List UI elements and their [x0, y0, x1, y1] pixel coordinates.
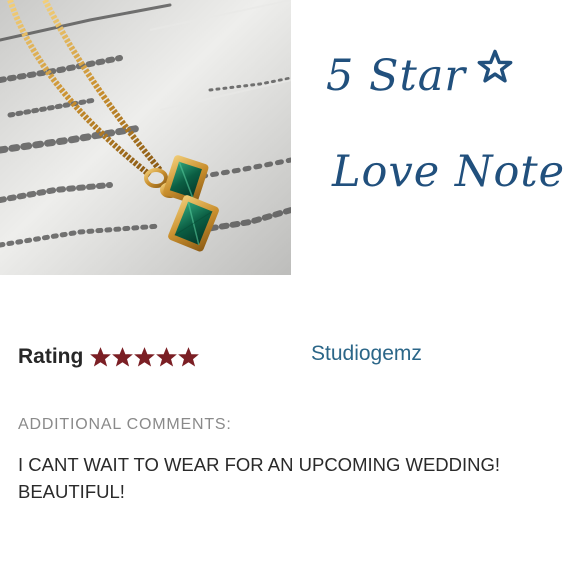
- star-icon: [156, 346, 178, 367]
- comments-heading: ADDITIONAL COMMENTS:: [18, 416, 232, 433]
- headline-love-note: Love Note: [332, 147, 566, 197]
- rating-stars: [90, 346, 200, 368]
- star-icon: [134, 346, 156, 367]
- comment-text: I CANT WAIT TO WEAR FOR AN UPCOMING WEDD…: [18, 454, 501, 502]
- star-icon: [178, 346, 200, 367]
- rating-label: Rating: [18, 345, 84, 368]
- necklace-photo: [0, 0, 291, 275]
- star-outline-icon: [477, 49, 513, 83]
- shop-name[interactable]: Studiogemz: [311, 340, 422, 368]
- star-icon: [90, 346, 112, 367]
- rating-row: Rating: [18, 339, 200, 375]
- headline-five-star: 5 Star: [326, 51, 466, 101]
- star-icon: [112, 346, 134, 367]
